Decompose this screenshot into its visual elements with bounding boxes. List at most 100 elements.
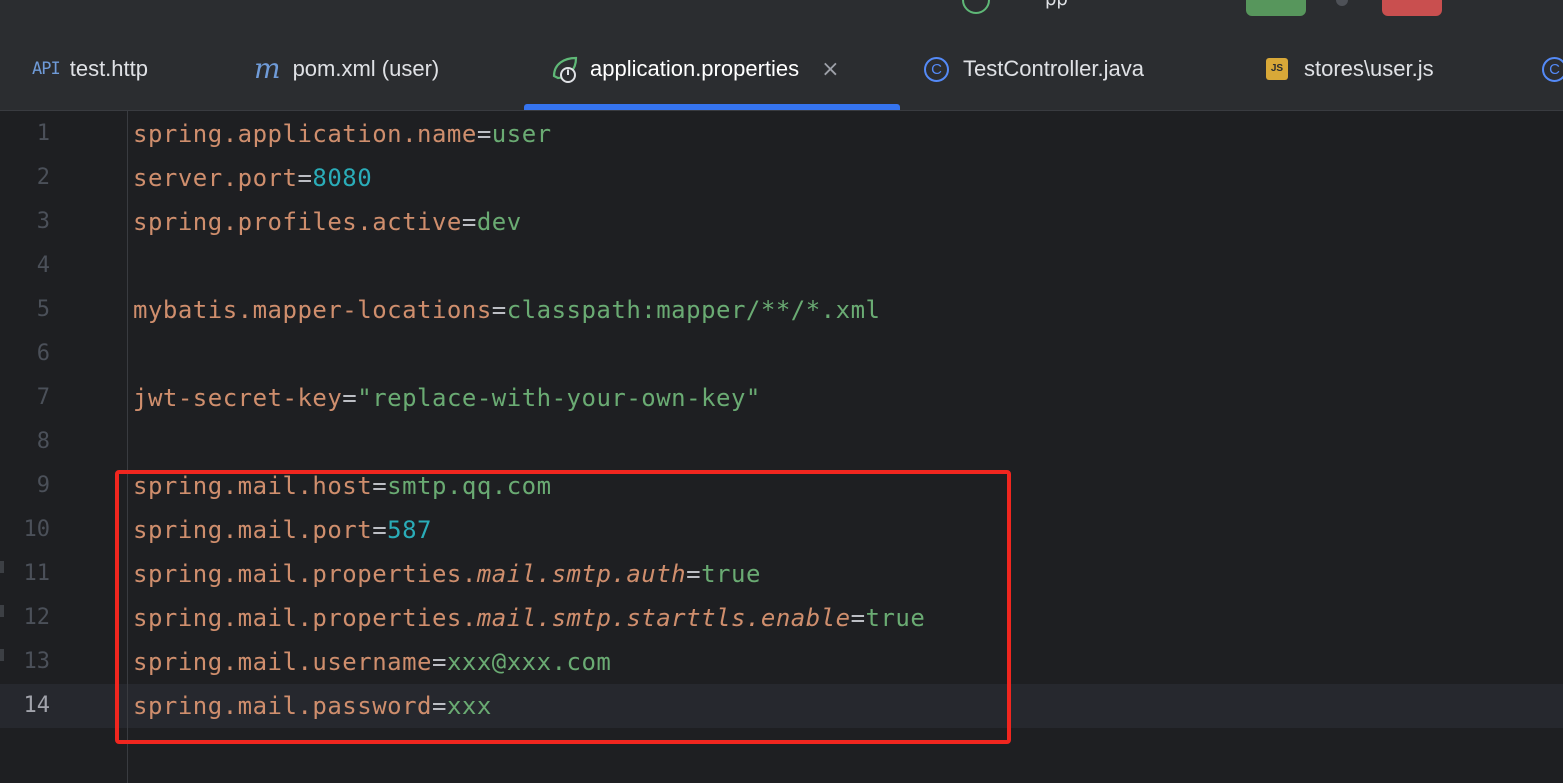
line-number[interactable]: 9 — [0, 464, 50, 508]
code-line[interactable]: 3 spring.profiles.active=dev — [0, 200, 1563, 244]
tab-pom-xml[interactable]: m pom.xml (user) — [254, 28, 439, 110]
gutter-marker — [0, 649, 4, 661]
property-value: "replace-with-your-own-key" — [357, 384, 761, 412]
property-value: 587 — [387, 516, 432, 544]
gutter-divider — [127, 111, 128, 783]
title-bar: pp — [0, 0, 1563, 28]
line-code: spring.mail.username=xxx@xxx.com — [133, 640, 611, 684]
tab-label: application.properties — [590, 56, 800, 81]
equals-sign: = — [297, 164, 313, 192]
line-number[interactable]: 6 — [0, 332, 50, 376]
line-number[interactable]: 8 — [0, 420, 50, 464]
code-line[interactable]: 2 server.port=8080 — [0, 156, 1563, 200]
equals-sign: = — [342, 384, 358, 412]
property-key: spring.application.name — [133, 120, 477, 148]
equals-sign: = — [686, 560, 702, 588]
run-button[interactable] — [1246, 0, 1306, 16]
line-code: spring.mail.port=587 — [133, 508, 432, 552]
property-key: mail.smtp.starttls.enable — [476, 604, 851, 632]
property-value: classpath:mapper/**/*.xml — [506, 296, 881, 324]
property-key: spring.mail.properties. — [133, 604, 477, 632]
line-number[interactable]: 7 — [0, 376, 50, 420]
code-line[interactable]: 1 spring.application.name=user — [0, 112, 1563, 156]
editor-tabs: API test.http m pom.xml (user) applicati… — [0, 28, 1563, 111]
spring-run-icon[interactable] — [962, 0, 990, 14]
property-value: true — [865, 604, 926, 632]
property-key: spring.mail.username — [133, 648, 432, 676]
property-value: user — [491, 120, 552, 148]
line-number[interactable]: 4 — [0, 244, 50, 288]
line-number[interactable]: 3 — [0, 200, 50, 244]
line-code: spring.profiles.active=dev — [133, 200, 522, 244]
line-code: spring.mail.properties.mail.smtp.starttl… — [133, 596, 925, 640]
java-class-icon: C — [924, 56, 949, 82]
line-code: spring.mail.host=smtp.qq.com — [133, 464, 552, 508]
property-value: xxx@xxx.com — [446, 648, 612, 676]
line-number[interactable]: 2 — [0, 156, 50, 200]
code-line[interactable]: 6 — [0, 332, 1563, 376]
code-line[interactable]: 11 spring.mail.properties.mail.smtp.auth=… — [0, 552, 1563, 596]
property-key: mail.smtp.auth — [476, 560, 687, 588]
tab-overflow-class[interactable]: C — [1542, 28, 1563, 110]
property-key: spring.profiles.active — [133, 208, 462, 236]
property-value: xxx — [446, 692, 492, 720]
property-value: true — [701, 560, 761, 588]
line-number[interactable]: 5 — [0, 288, 50, 332]
property-value: smtp.qq.com — [387, 472, 552, 500]
run-config-label[interactable]: pp — [1045, 0, 1068, 10]
property-key: jwt-secret-key — [133, 384, 343, 412]
equals-sign: = — [431, 692, 447, 720]
line-number[interactable]: 1 — [0, 112, 50, 156]
code-line[interactable]: 12 spring.mail.properties.mail.smtp.start… — [0, 596, 1563, 640]
stop-button[interactable] — [1382, 0, 1442, 16]
spring-properties-icon — [552, 56, 578, 83]
line-code: jwt-secret-key="replace-with-your-own-ke… — [133, 376, 761, 420]
javascript-icon: JS — [1266, 58, 1288, 80]
code-line[interactable]: 7 jwt-secret-key="replace-with-your-own-k… — [0, 376, 1563, 420]
line-number[interactable]: 14 — [0, 684, 51, 728]
equals-sign: = — [491, 296, 507, 324]
tab-label: stores\user.js — [1304, 56, 1434, 81]
tab-testcontroller-java[interactable]: C TestController.java — [924, 28, 1144, 110]
maven-icon: m — [254, 52, 281, 85]
gutter-marker — [0, 561, 4, 573]
line-number[interactable]: 11 — [0, 552, 51, 596]
line-code: mybatis.mapper-locations=classpath:mappe… — [133, 288, 880, 332]
code-line[interactable]: 13 spring.mail.username=xxx@xxx.com — [0, 640, 1563, 684]
debug-icon[interactable] — [1336, 0, 1348, 6]
tab-test-http[interactable]: API test.http — [32, 28, 148, 110]
property-key: spring.mail.port — [133, 516, 373, 544]
code-line[interactable]: 10 spring.mail.port=587 — [0, 508, 1563, 552]
equals-sign: = — [372, 472, 388, 500]
tab-application-properties[interactable]: application.properties × — [524, 28, 900, 110]
close-icon[interactable]: × — [821, 57, 839, 82]
line-code: spring.mail.properties.mail.smtp.auth=tr… — [133, 552, 761, 596]
property-value: 8080 — [312, 164, 373, 192]
code-line[interactable]: 8 — [0, 420, 1563, 464]
equals-sign: = — [850, 604, 866, 632]
property-key: spring.mail.host — [133, 472, 373, 500]
api-icon: API — [32, 59, 61, 79]
property-key: mybatis.mapper-locations — [133, 296, 492, 324]
equals-sign: = — [431, 648, 447, 676]
property-key: spring.mail.password — [133, 692, 432, 720]
equals-sign: = — [461, 208, 477, 236]
line-number[interactable]: 12 — [0, 596, 51, 640]
tab-label: pom.xml (user) — [292, 56, 440, 81]
property-key: server.port — [133, 164, 298, 192]
gutter-marker — [0, 605, 4, 617]
code-line[interactable]: 9 spring.mail.host=smtp.qq.com — [0, 464, 1563, 508]
code-line[interactable]: 14 spring.mail.password=xxx — [0, 684, 1563, 728]
tab-stores-user-js[interactable]: JS stores\user.js — [1266, 28, 1434, 110]
equals-sign: = — [476, 120, 492, 148]
line-code: server.port=8080 — [133, 156, 372, 200]
tab-label: TestController.java — [963, 56, 1144, 81]
line-number[interactable]: 13 — [0, 640, 51, 684]
line-code: spring.mail.password=xxx — [133, 684, 492, 728]
line-number[interactable]: 10 — [0, 508, 51, 552]
property-value: dev — [476, 208, 522, 236]
code-line[interactable]: 4 — [0, 244, 1563, 288]
code-line[interactable]: 5 mybatis.mapper-locations=classpath:mapp… — [0, 288, 1563, 332]
code-editor[interactable]: 1 spring.application.name=user 2 server.por… — [0, 111, 1563, 783]
line-code: spring.application.name=user — [133, 112, 552, 156]
